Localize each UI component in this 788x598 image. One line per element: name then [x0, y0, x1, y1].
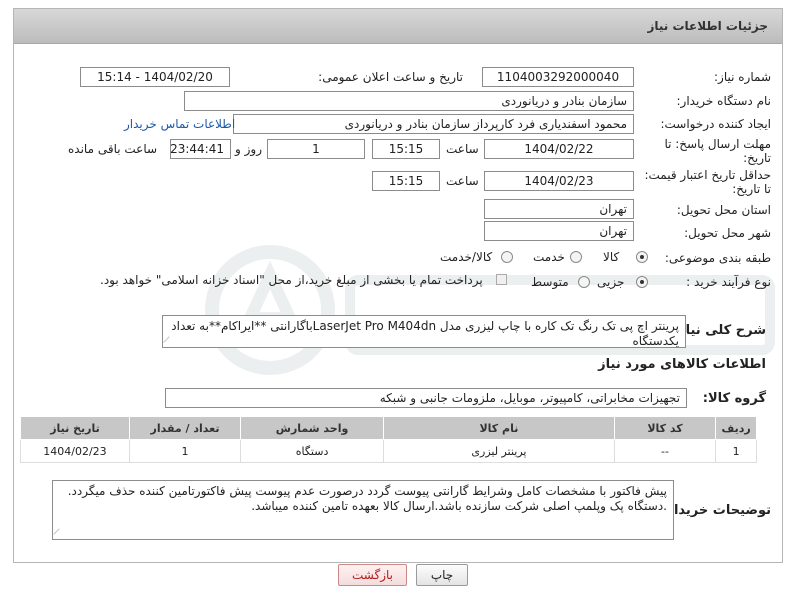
- goods-table: ردیف کد کالا نام کالا واحد شمارش تعداد /…: [20, 416, 757, 463]
- deadline-days-label: روز و: [235, 142, 262, 156]
- cell-name: پرینتر لیزری: [383, 439, 615, 463]
- process-option-medium: متوسط: [531, 275, 569, 289]
- buyer-org-field: سازمان بنادر و دریانوردی: [184, 91, 634, 111]
- panel-title: جزئیات اطلاعات نیاز: [647, 19, 768, 33]
- category-option-goods: کالا: [603, 250, 620, 264]
- buyer-notes-textarea: پیش فاکتور با مشخصات کامل وشرایط گارانتی…: [52, 480, 674, 540]
- cell-unit: دستگاه: [239, 439, 385, 463]
- print-button[interactable]: چاپ: [416, 564, 468, 586]
- province-label: استان محل تحویل:: [676, 203, 771, 217]
- creator-field: محمود اسفندیاری فرد کارپرداز سازمان بناد…: [233, 114, 634, 134]
- deadline-time-label: ساعت: [446, 142, 479, 156]
- buyer-contact-link[interactable]: اطلاعات تماس خریدار: [124, 117, 235, 131]
- cell-qty: 1: [128, 439, 242, 463]
- treasury-payment-note: پرداخت تمام یا بخشی از مبلغ خرید،از محل …: [100, 273, 483, 287]
- deadline-label-line1: مهلت ارسال پاسخ: تا: [664, 137, 771, 151]
- remaining-time-label: ساعت باقی مانده: [68, 142, 158, 156]
- col-row-header: ردیف: [715, 416, 757, 440]
- treasury-payment-checkbox[interactable]: [496, 274, 507, 285]
- process-radio-minor[interactable]: [636, 276, 648, 288]
- cell-code: --: [613, 439, 717, 463]
- col-code-header: کد کالا: [613, 416, 717, 440]
- goods-table-header: ردیف کد کالا نام کالا واحد شمارش تعداد /…: [20, 416, 757, 440]
- deadline-date-field: 1404/02/22: [484, 139, 634, 159]
- city-field: تهران: [484, 221, 634, 241]
- cell-row: 1: [715, 439, 757, 463]
- purchase-process-label: نوع فرآیند خرید :: [686, 275, 771, 289]
- buyer-org-label: نام دستگاه خریدار:: [676, 94, 772, 108]
- category-radio-goods[interactable]: [636, 251, 648, 263]
- category-label: طبقه بندی موضوعی:: [664, 251, 771, 265]
- price-validity-time-field: 15:15: [372, 171, 440, 191]
- buyer-notes-line2: .دستگاه پک وپلمپ اصلی شرکت سازنده باشد.ا…: [251, 499, 667, 513]
- announce-field: 1404/02/20 - 15:14: [80, 67, 230, 87]
- price-validity-label-line1: حداقل تاریخ اعتبار قیمت:: [644, 168, 771, 182]
- category-radio-service[interactable]: [570, 251, 582, 263]
- buyer-notes-label: توضیحات خریدار:: [661, 503, 771, 518]
- col-unit-header: واحد شمارش: [239, 416, 385, 440]
- description-text: پرینتر اچ پی تک رنگ تک کاره با چاپ لیزری…: [171, 319, 679, 348]
- deadline-label-line2: تاریخ:: [743, 151, 771, 165]
- col-name-header: نام کالا: [383, 416, 615, 440]
- price-validity-label-line2: تا تاریخ:: [732, 182, 771, 196]
- process-option-minor: جزیی: [597, 275, 625, 289]
- resize-grip-icon[interactable]: [53, 528, 65, 539]
- creator-label: ایجاد کننده درخواست:: [660, 117, 771, 131]
- cell-date: 1404/02/23: [20, 439, 130, 463]
- resize-grip-icon[interactable]: [163, 336, 175, 347]
- province-field: تهران: [484, 199, 634, 219]
- announce-label: تاریخ و ساعت اعلان عمومی:: [318, 70, 463, 84]
- back-button[interactable]: بازگشت: [338, 564, 407, 586]
- table-row: 1 -- پرینتر لیزری دستگاه 1 1404/02/23: [20, 439, 757, 463]
- need-number-label: شماره نیاز:: [714, 70, 771, 84]
- process-radio-medium[interactable]: [578, 276, 590, 288]
- panel-header: جزئیات اطلاعات نیاز: [14, 9, 782, 44]
- deadline-time-field: 15:15: [372, 139, 440, 159]
- col-date-header: تاریخ نیاز: [20, 416, 130, 440]
- description-label: شرح کلی نیاز:: [672, 323, 766, 338]
- goods-group-label: گروه کالا:: [702, 391, 766, 406]
- col-qty-header: تعداد / مقدار: [128, 416, 242, 440]
- deadline-days-field: 1: [267, 139, 365, 159]
- buyer-notes-line1: پیش فاکتور با مشخصات کامل وشرایط گارانتی…: [67, 484, 667, 498]
- category-option-goods-service: کالا/خدمت: [440, 250, 493, 264]
- goods-group-field: تجهیزات مخابراتی، کامپیوتر، موبایل، ملزو…: [165, 388, 687, 408]
- price-validity-date-field: 1404/02/23: [484, 171, 634, 191]
- category-radio-goods-service[interactable]: [501, 251, 513, 263]
- price-validity-time-label: ساعت: [446, 174, 479, 188]
- category-option-service: خدمت: [533, 250, 565, 264]
- remaining-time-field: 23:44:41: [170, 139, 231, 159]
- description-textarea: پرینتر اچ پی تک رنگ تک کاره با چاپ لیزری…: [162, 315, 686, 348]
- need-number-field: 1104003292000040: [482, 67, 634, 87]
- goods-section-title: اطلاعات کالاهای مورد نیاز: [598, 357, 766, 372]
- city-label: شهر محل تحویل:: [684, 226, 771, 240]
